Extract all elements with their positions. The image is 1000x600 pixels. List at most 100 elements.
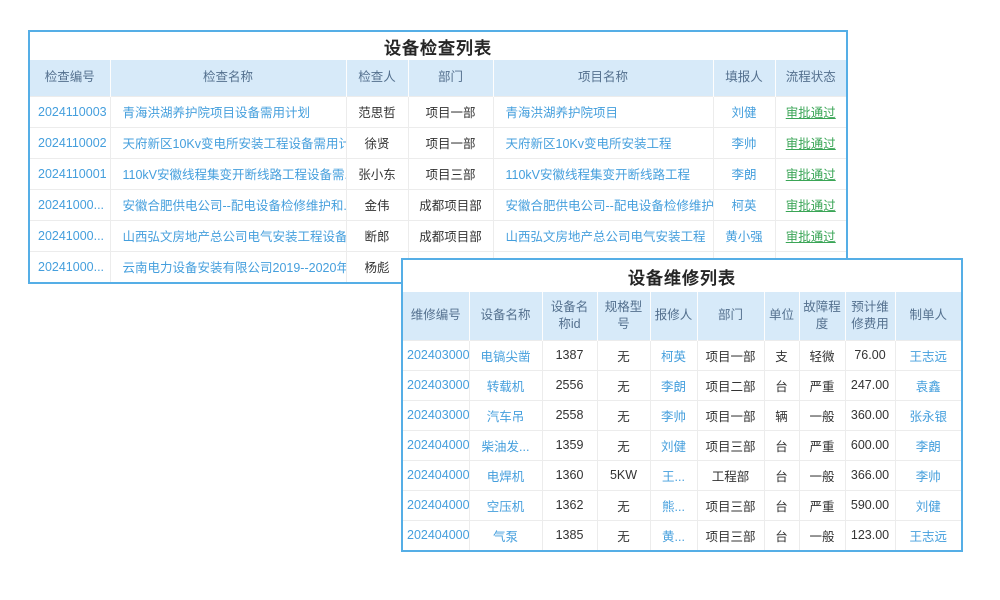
cell-equipment-name[interactable]: 电镐尖凿 [469,340,542,370]
cell-reporter[interactable]: 李朗 [713,158,775,189]
cell-department: 项目二部 [697,370,764,400]
cell-equipment-name[interactable]: 气泵 [469,520,542,550]
cell-department: 工程部 [697,460,764,490]
cell-fault-level: 严重 [799,430,845,460]
cell-inspection-id[interactable]: 2024110002 [30,127,110,158]
cell-repair-reporter[interactable]: 熊... [650,490,697,520]
col-inspection-name: 检查名称 [110,60,346,96]
col-repair-id: 维修编号 [403,292,469,340]
cell-equipment-name[interactable]: 柴油发... [469,430,542,460]
repair-row: 2024040003空压机1362无熊...项目三部台严重590.00刘健 [403,490,961,520]
repair-card: 设备维修列表 维修编号设备名称设备名称id规格型号报修人部门单位故障程度预计维修… [401,258,963,552]
repair-table: 维修编号设备名称设备名称id规格型号报修人部门单位故障程度预计维修费用制单人 2… [403,292,961,550]
col-equipment-name: 设备名称 [469,292,542,340]
repair-table-head: 维修编号设备名称设备名称id规格型号报修人部门单位故障程度预计维修费用制单人 [403,292,961,340]
cell-creator[interactable]: 李帅 [895,460,961,490]
cell-repair-id[interactable]: 2024040004 [403,520,469,550]
cell-creator[interactable]: 李朗 [895,430,961,460]
cell-creator[interactable]: 袁鑫 [895,370,961,400]
cell-equipment-name[interactable]: 汽车吊 [469,400,542,430]
cell-project-name[interactable]: 安徽合肥供电公司--配电设备检修维护... [493,189,713,220]
repair-table-body: 2024030001电镐尖凿1387无柯英项目一部支轻微76.00王志远2024… [403,340,961,550]
col-reporter: 填报人 [713,60,775,96]
cell-department: 项目一部 [697,400,764,430]
cell-fault-level: 轻微 [799,340,845,370]
cell-reporter[interactable]: 李帅 [713,127,775,158]
cell-equipment-name[interactable]: 电焊机 [469,460,542,490]
inspection-row: 2024110002天府新区10Kv变电所安装工程设备需用计划徐贤项目一部天府新… [30,127,846,158]
cell-estimated-cost: 366.00 [845,460,895,490]
cell-estimated-cost: 76.00 [845,340,895,370]
cell-repair-reporter[interactable]: 王... [650,460,697,490]
cell-inspection-name[interactable]: 云南电力设备安装有限公司2019--2020年... [110,251,346,282]
cell-inspection-id[interactable]: 2024110001 [30,158,110,189]
cell-inspection-id[interactable]: 20241000... [30,189,110,220]
cell-inspector: 金伟 [346,189,408,220]
cell-creator[interactable]: 刘健 [895,490,961,520]
cell-repair-id[interactable]: 2024030001 [403,340,469,370]
inspection-table-body: 2024110003青海洪湖养护院项目设备需用计划范思哲项目一部青海洪湖养护院项… [30,96,846,282]
cell-repair-reporter[interactable]: 柯英 [650,340,697,370]
cell-repair-reporter[interactable]: 李朗 [650,370,697,400]
cell-status[interactable]: 审批通过 [775,189,846,220]
cell-inspection-name[interactable]: 山西弘文房地产总公司电气安装工程设备... [110,220,346,251]
cell-unit: 台 [764,370,799,400]
cell-creator[interactable]: 王志远 [895,340,961,370]
cell-equipment-name[interactable]: 空压机 [469,490,542,520]
cell-status[interactable]: 审批通过 [775,220,846,251]
cell-equipment-id: 2558 [542,400,597,430]
inspection-row: 20241000...山西弘文房地产总公司电气安装工程设备...断郎成都项目部山… [30,220,846,251]
cell-department: 项目三部 [697,490,764,520]
cell-inspection-id[interactable]: 20241000... [30,251,110,282]
col-inspector: 检查人 [346,60,408,96]
repair-row: 2024040002电焊机13605KW王...工程部台一般366.00李帅 [403,460,961,490]
cell-estimated-cost: 360.00 [845,400,895,430]
cell-inspection-id[interactable]: 2024110003 [30,96,110,127]
inspection-header-row: 检查编号检查名称检查人部门项目名称填报人流程状态 [30,60,846,96]
cell-status[interactable]: 审批通过 [775,158,846,189]
col-unit: 单位 [764,292,799,340]
cell-repair-id[interactable]: 2024040002 [403,460,469,490]
cell-inspector: 断郎 [346,220,408,251]
cell-estimated-cost: 247.00 [845,370,895,400]
inspection-row: 2024110001110kV安徽线程集变开断线路工程设备需...张小东项目三部… [30,158,846,189]
cell-repair-id[interactable]: 2024040003 [403,490,469,520]
cell-reporter[interactable]: 黄小强 [713,220,775,251]
cell-inspection-name[interactable]: 110kV安徽线程集变开断线路工程设备需... [110,158,346,189]
cell-unit: 台 [764,520,799,550]
cell-reporter[interactable]: 刘健 [713,96,775,127]
cell-equipment-id: 1385 [542,520,597,550]
cell-status[interactable]: 审批通过 [775,127,846,158]
cell-project-name[interactable]: 青海洪湖养护院项目 [493,96,713,127]
cell-repair-reporter[interactable]: 刘健 [650,430,697,460]
cell-spec-model: 无 [597,520,650,550]
cell-repair-id[interactable]: 2024030002 [403,370,469,400]
cell-repair-id[interactable]: 2024040001 [403,430,469,460]
cell-spec-model: 无 [597,340,650,370]
cell-unit: 台 [764,460,799,490]
cell-fault-level: 一般 [799,460,845,490]
cell-creator[interactable]: 张永银 [895,400,961,430]
cell-equipment-id: 1362 [542,490,597,520]
cell-equipment-name[interactable]: 转载机 [469,370,542,400]
cell-inspection-id[interactable]: 20241000... [30,220,110,251]
cell-estimated-cost: 590.00 [845,490,895,520]
cell-reporter[interactable]: 柯英 [713,189,775,220]
cell-inspection-name[interactable]: 安徽合肥供电公司--配电设备检修维护和... [110,189,346,220]
cell-status[interactable]: 审批通过 [775,96,846,127]
inspection-row: 2024110003青海洪湖养护院项目设备需用计划范思哲项目一部青海洪湖养护院项… [30,96,846,127]
cell-project-name[interactable]: 110kV安徽线程集变开断线路工程 [493,158,713,189]
cell-project-name[interactable]: 天府新区10Kv变电所安装工程 [493,127,713,158]
cell-inspection-name[interactable]: 天府新区10Kv变电所安装工程设备需用计划 [110,127,346,158]
repair-table-title: 设备维修列表 [403,260,961,292]
col-creator: 制单人 [895,292,961,340]
cell-fault-level: 严重 [799,490,845,520]
cell-creator[interactable]: 王志远 [895,520,961,550]
cell-project-name[interactable]: 山西弘文房地产总公司电气安装工程 [493,220,713,251]
cell-department: 成都项目部 [408,189,493,220]
repair-row: 2024040001柴油发...1359无刘健项目三部台严重600.00李朗 [403,430,961,460]
cell-repair-reporter[interactable]: 李帅 [650,400,697,430]
cell-repair-reporter[interactable]: 黄... [650,520,697,550]
cell-inspection-name[interactable]: 青海洪湖养护院项目设备需用计划 [110,96,346,127]
cell-repair-id[interactable]: 2024030003 [403,400,469,430]
